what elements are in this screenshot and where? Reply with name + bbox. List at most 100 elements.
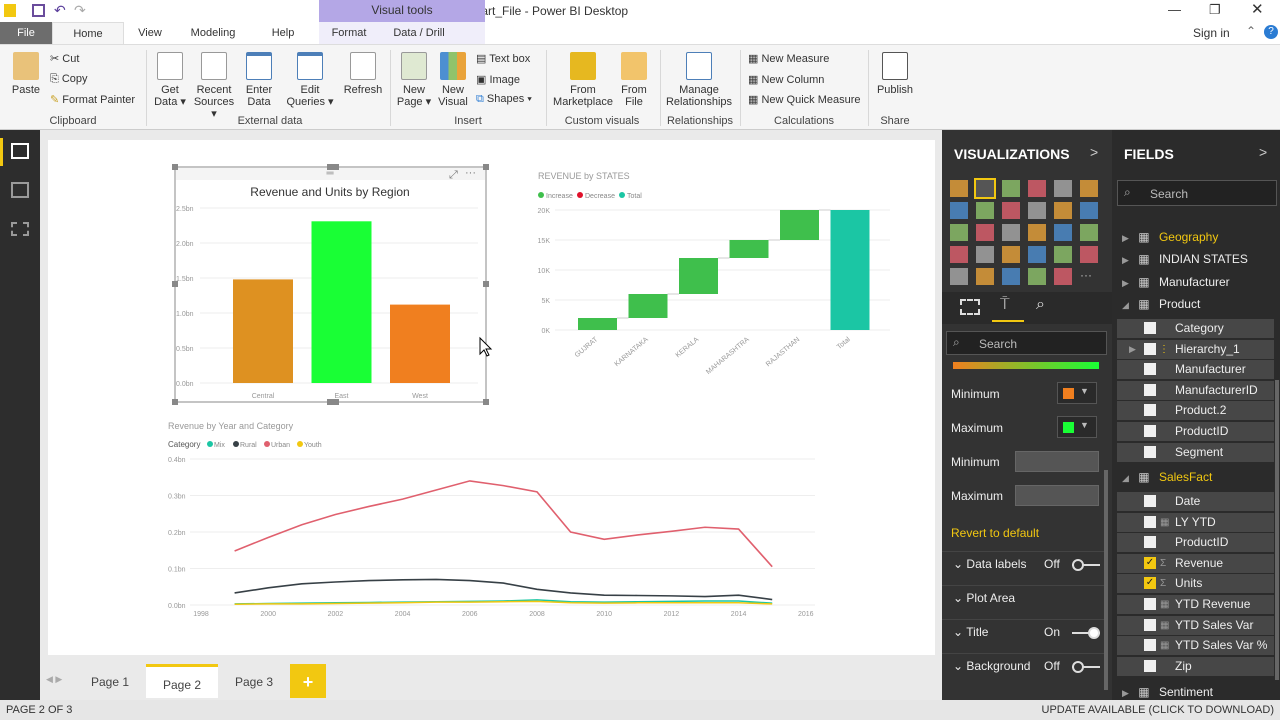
field-item[interactable]: Manufacturer (1117, 360, 1274, 380)
visual-type-icon[interactable] (1028, 224, 1046, 241)
fields-search-input[interactable]: ⌕ Search (1117, 180, 1277, 206)
field-checkbox[interactable] (1144, 342, 1156, 355)
waterfall-bar[interactable] (679, 258, 718, 294)
bar[interactable] (233, 279, 293, 383)
visual-type-icon[interactable] (976, 202, 994, 219)
field-checkbox[interactable] (1144, 445, 1156, 458)
visual-type-icon[interactable] (950, 268, 968, 285)
visual-type-icon[interactable] (976, 224, 994, 241)
field-item[interactable]: ManufacturerID (1117, 380, 1274, 400)
section-2[interactable]: ⌄ Title (953, 625, 988, 639)
bar[interactable] (311, 221, 372, 383)
field-checkbox[interactable] (1144, 363, 1156, 376)
visual-type-icon[interactable] (1054, 246, 1072, 263)
help-icon[interactable]: ? (1264, 25, 1278, 39)
visual-type-icon[interactable] (1080, 202, 1098, 219)
visual-type-icon[interactable] (1080, 246, 1098, 263)
revert-to-default-link[interactable]: Revert to default (951, 526, 1039, 540)
visual-type-icon[interactable] (950, 224, 968, 241)
section-1[interactable]: ⌄ Plot Area (953, 591, 1015, 605)
table-sentiment[interactable]: ▶ ▦ Sentiment (1122, 682, 1213, 702)
format-paint-roller-icon[interactable]: ⍑ (1000, 296, 1010, 314)
field-item[interactable]: Zip (1117, 656, 1274, 676)
visual-type-icon[interactable] (1002, 180, 1020, 197)
field-checkbox[interactable] (1144, 659, 1156, 672)
close-button[interactable]: ✕ (1251, 0, 1264, 18)
field-checkbox[interactable] (1144, 618, 1156, 631)
field-item[interactable]: Segment (1117, 442, 1274, 462)
minimum-value-input[interactable] (1015, 451, 1099, 472)
waterfall-bar[interactable] (578, 318, 617, 330)
visual-type-icon[interactable] (1002, 246, 1020, 263)
visual-type-icon[interactable] (976, 268, 994, 285)
field-checkbox[interactable] (1144, 639, 1156, 652)
field-item[interactable]: Product.2 (1117, 401, 1274, 421)
visual-type-icon[interactable] (1028, 180, 1046, 197)
visual-type-icon[interactable] (1080, 180, 1098, 197)
page-tab-2[interactable]: Page 2 (146, 664, 218, 698)
series-line-urban[interactable] (234, 480, 773, 568)
field-checkbox[interactable] (1144, 495, 1156, 507)
resize-handle[interactable] (483, 164, 489, 170)
resize-handle[interactable] (483, 399, 489, 405)
add-page-button[interactable]: + (290, 664, 326, 698)
line-chart[interactable]: Revenue by Year and Category Category Mi… (168, 421, 815, 618)
waterfall-chart[interactable]: REVENUE by STATES Increase Decrease Total 0… (538, 171, 890, 376)
visual-type-icon[interactable] (950, 246, 968, 263)
resize-handle[interactable] (327, 399, 339, 405)
bar-chart[interactable]: ═ ⤢ ··· Revenue and Units by Region 0.0b… (172, 164, 489, 405)
resize-handle[interactable] (483, 281, 489, 287)
field-item[interactable]: ▦ YTD Sales Var % (1117, 636, 1274, 656)
restore-button[interactable]: ❐ (1209, 2, 1221, 18)
minimize-button[interactable]: — (1168, 2, 1181, 17)
resize-handle[interactable] (172, 399, 178, 405)
field-checkbox[interactable] (1144, 383, 1156, 396)
bar[interactable] (390, 304, 450, 383)
more-options-icon[interactable]: ··· (465, 167, 476, 179)
focus-mode-icon[interactable]: ⤢ (449, 169, 458, 181)
visual-type-icon[interactable] (1054, 180, 1072, 197)
visual-type-icon[interactable] (950, 180, 968, 197)
visual-type-icon[interactable] (974, 178, 996, 199)
field-checkbox[interactable] (1144, 322, 1156, 334)
visual-type-icon[interactable] (1054, 268, 1072, 285)
page-tab-3[interactable]: Page 3 (222, 664, 286, 698)
fields-tab-icon[interactable] (960, 299, 980, 315)
section-3[interactable]: ⌄ Background (953, 659, 1030, 673)
visual-type-icon[interactable] (950, 202, 968, 219)
series-line-rural[interactable] (234, 578, 773, 601)
visual-type-icon[interactable] (1054, 224, 1072, 241)
table-indian-states[interactable]: ▶ ▦ INDIAN STATES (1122, 249, 1248, 269)
analytics-icon[interactable]: ⌕ (1036, 296, 1045, 314)
table-geography[interactable]: ▶ ▦ Geography (1122, 227, 1218, 247)
field-item[interactable]: ✓ Σ Units (1117, 574, 1274, 594)
visual-type-icon[interactable] (976, 246, 994, 263)
field-item[interactable]: ▦ LY YTD (1117, 512, 1274, 532)
resize-handle[interactable] (327, 164, 339, 170)
toggle-switch[interactable] (1072, 559, 1100, 571)
fields-scrollbar[interactable] (1275, 380, 1279, 680)
update-available-link[interactable]: UPDATE AVAILABLE (CLICK TO DOWNLOAD) (1042, 700, 1274, 720)
resize-handle[interactable] (172, 281, 178, 287)
field-checkbox[interactable] (1144, 598, 1156, 610)
sign-in-link[interactable]: Sign in (1193, 26, 1230, 40)
toggle-switch[interactable] (1072, 627, 1100, 639)
visual-type-icon[interactable] (1002, 224, 1020, 241)
visual-type-icon[interactable] (1028, 268, 1046, 285)
minimum-color-picker[interactable]: ▼ (1057, 382, 1097, 404)
collapse-visualizations-icon[interactable]: > (1090, 144, 1098, 160)
visual-type-icon[interactable] (1002, 202, 1020, 219)
visual-type-icon[interactable] (1054, 202, 1072, 219)
field-item[interactable]: Date (1117, 492, 1274, 511)
section-0[interactable]: ⌄ Data labels (953, 557, 1026, 571)
visual-type-icon[interactable] (1080, 224, 1098, 241)
more-visuals-icon[interactable]: ··· (1080, 268, 1098, 285)
waterfall-bar[interactable] (628, 294, 668, 318)
field-checkbox[interactable] (1144, 536, 1156, 549)
visual-type-icon[interactable] (1002, 268, 1020, 285)
visual-type-icon[interactable] (1028, 202, 1046, 219)
page-tab-1[interactable]: Page 1 (78, 664, 142, 698)
maximum-value-input[interactable] (1015, 485, 1099, 506)
field-checkbox[interactable]: ✓ (1144, 556, 1156, 569)
maximum-color-picker[interactable]: ▼ (1057, 416, 1097, 438)
